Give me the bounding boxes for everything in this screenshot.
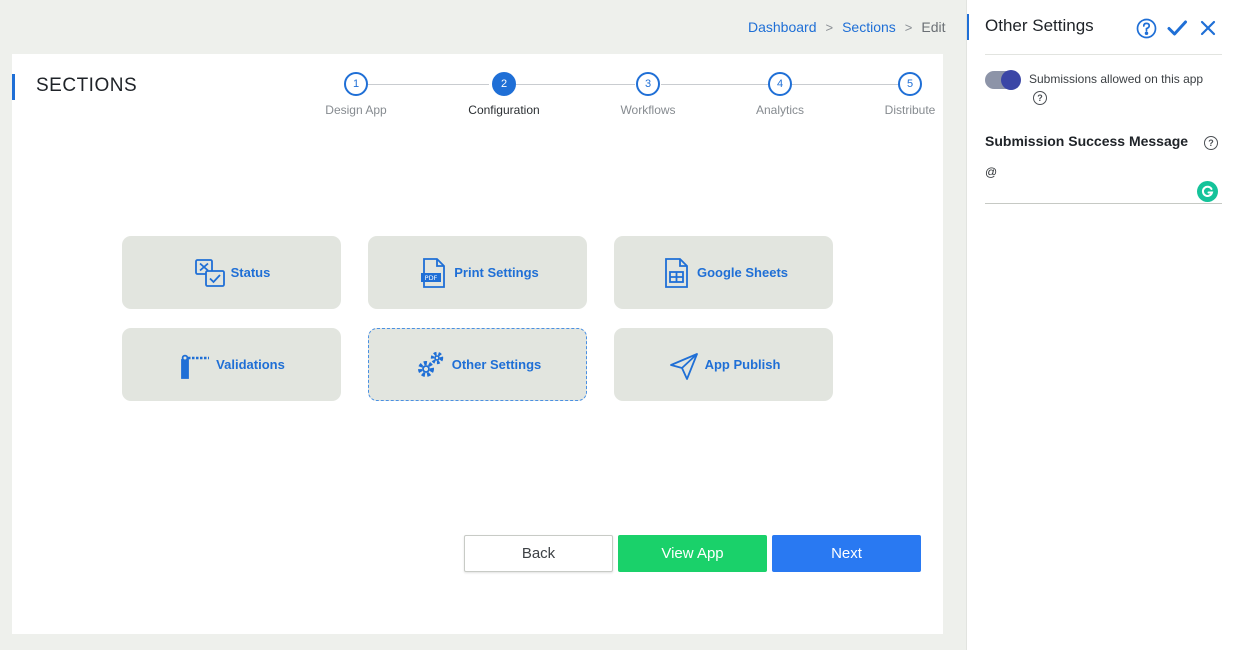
progress-stepper: 1 Design App 2 Configuration 3 Workflows… [311, 72, 935, 132]
view-app-button[interactable]: View App [618, 535, 767, 572]
pdf-icon: PDF [416, 256, 450, 290]
step-number: 1 [344, 72, 368, 96]
success-message-input[interactable] [985, 161, 1222, 204]
grammarly-icon[interactable] [1197, 181, 1218, 202]
title-accent-bar [12, 74, 15, 100]
step-design-app[interactable]: 1 Design App [311, 72, 401, 117]
tile-label: Other Settings [451, 357, 542, 372]
step-number: 3 [636, 72, 660, 96]
tile-app-publish[interactable]: App Publish [614, 328, 833, 401]
close-icon[interactable] [1196, 16, 1220, 40]
breadcrumb-separator: > [825, 19, 834, 35]
page-title: SECTIONS [36, 75, 138, 96]
step-number: 2 [492, 72, 516, 96]
panel-title: Other Settings [985, 16, 1094, 35]
step-label: Design App [325, 103, 387, 117]
gears-icon [414, 348, 448, 382]
step-label: Configuration [468, 103, 540, 117]
breadcrumb-separator: > [904, 19, 913, 35]
tile-google-sheets[interactable]: Google Sheets [614, 236, 833, 309]
tile-label: Google Sheets [696, 265, 789, 280]
toggle-knob [1001, 70, 1021, 90]
barrier-icon [178, 348, 212, 382]
panel-accent-bar [967, 14, 969, 40]
question-icon[interactable]: ? [1204, 136, 1218, 150]
other-settings-panel: Other Settings Submissions allowed on th… [966, 0, 1240, 650]
breadcrumb-dashboard[interactable]: Dashboard [748, 19, 817, 35]
breadcrumb-edit: Edit [921, 19, 946, 35]
breadcrumb-sections[interactable]: Sections [842, 19, 896, 35]
step-label: Workflows [620, 103, 676, 117]
success-message-label: Submission Success Message [985, 133, 1189, 149]
tile-label: Print Settings [454, 265, 539, 280]
panel-actions [1127, 16, 1220, 40]
step-label: Analytics [755, 103, 805, 117]
submissions-toggle-label: Submissions allowed on this app [1029, 72, 1204, 86]
breadcrumb: Dashboard > Sections > Edit [748, 19, 946, 35]
tile-validations[interactable]: Validations [122, 328, 341, 401]
sheet-icon [659, 256, 693, 290]
tile-label: Validations [216, 357, 285, 372]
step-configuration[interactable]: 2 Configuration [459, 72, 549, 117]
tile-label: Status [230, 265, 271, 280]
tile-print-settings[interactable]: PDF Print Settings [368, 236, 587, 309]
step-label: Distribute [884, 103, 936, 117]
step-number: 5 [898, 72, 922, 96]
step-number: 4 [768, 72, 792, 96]
panel-divider [985, 54, 1222, 55]
sections-card: SECTIONS 1 Design App 2 Configuration 3 … [12, 54, 943, 634]
check-icon[interactable] [1165, 16, 1189, 40]
question-icon[interactable]: ? [1033, 91, 1047, 105]
tile-status[interactable]: Status [122, 236, 341, 309]
back-button[interactable]: Back [464, 535, 613, 572]
tile-label: App Publish [704, 357, 781, 372]
tile-other-settings[interactable]: Other Settings [368, 328, 587, 401]
next-button[interactable]: Next [772, 535, 921, 572]
help-icon[interactable] [1134, 16, 1158, 40]
step-distribute[interactable]: 5 Distribute [865, 72, 955, 117]
submissions-toggle[interactable] [985, 70, 1021, 90]
step-workflows[interactable]: 3 Workflows [603, 72, 693, 117]
status-icon [193, 256, 227, 290]
svg-text:PDF: PDF [425, 274, 438, 282]
step-analytics[interactable]: 4 Analytics [735, 72, 825, 117]
send-icon [667, 348, 701, 382]
